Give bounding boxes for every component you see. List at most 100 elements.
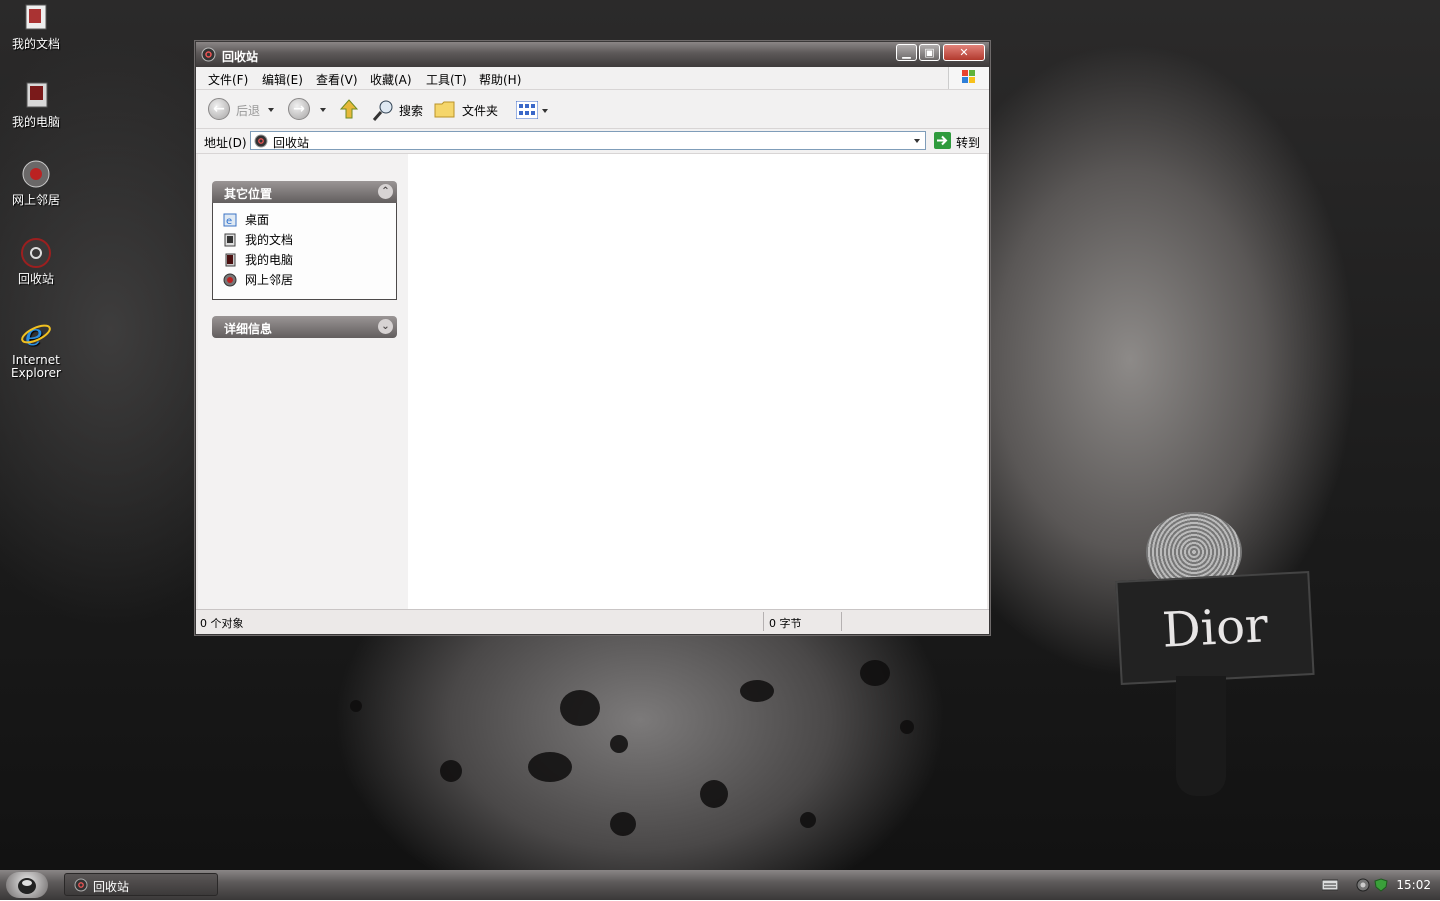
details-header[interactable]: 详细信息 ⌄ xyxy=(212,316,397,338)
address-bar: 地址(D) 回收站 转到 xyxy=(196,129,989,154)
desktop-icon-label: Internet Explorer xyxy=(11,353,61,380)
address-dropdown-icon[interactable] xyxy=(914,139,920,143)
other-places-panel: e 桌面 我的文档 我的电脑 网上邻居 xyxy=(212,203,397,300)
svg-text:e: e xyxy=(25,318,43,350)
place-item-my-documents[interactable]: 我的文档 xyxy=(223,231,293,249)
maximize-icon: ▣ xyxy=(924,46,935,59)
desktop-icon-label: 我的电脑 xyxy=(11,115,60,129)
menu-file[interactable]: 文件(F) xyxy=(208,71,248,88)
desktop-icon: e xyxy=(223,213,237,227)
folder-icon xyxy=(434,101,455,118)
desktop-icon-label: 我的文档 xyxy=(11,37,60,51)
recycle-bin-icon xyxy=(74,878,88,892)
place-item-desktop[interactable]: e 桌面 xyxy=(223,211,269,229)
menu-view[interactable]: 查看(V) xyxy=(316,71,358,88)
minimize-icon: ▁ xyxy=(902,46,911,59)
folders-button[interactable] xyxy=(434,99,456,119)
views-dropdown-icon[interactable] xyxy=(542,109,548,113)
up-arrow-icon xyxy=(339,99,359,119)
place-item-label: 我的电脑 xyxy=(245,253,294,267)
desktop-icon-my-computer[interactable]: 我的电脑 xyxy=(4,80,68,129)
status-byte-count: 0 字节 xyxy=(769,617,802,630)
windows-flag-icon xyxy=(948,67,989,89)
documents-icon xyxy=(223,233,237,247)
security-shield-icon[interactable] xyxy=(1374,878,1388,892)
desktop-icon-internet-explorer[interactable]: e Internet Explorer xyxy=(4,318,68,380)
title-bar[interactable]: 回收站 ▁ ▣ ✕ xyxy=(196,42,989,67)
network-icon xyxy=(223,273,237,287)
menu-help[interactable]: 帮助(H) xyxy=(479,71,521,88)
menu-tools[interactable]: 工具(T) xyxy=(426,71,467,88)
taskbar-button-recycle-bin[interactable]: 回收站 xyxy=(64,873,218,896)
microphone-handle xyxy=(1176,676,1226,796)
search-icon xyxy=(372,100,393,121)
recycle-bin-window: 回收站 ▁ ▣ ✕ 文件(F) 编辑(E) 查看(V) 收藏(A) 工具(T) … xyxy=(195,41,990,635)
views-button[interactable] xyxy=(515,100,539,120)
forward-arrow-icon: → xyxy=(293,101,305,117)
content-area: 其它位置 ⌃ e 桌面 我的文档 我的电脑 网上邻居 详细信息 ⌄ xyxy=(198,154,987,610)
views-icon xyxy=(515,100,539,120)
status-divider xyxy=(763,612,764,631)
back-arrow-icon: ← xyxy=(213,101,225,117)
clock[interactable]: 15:02 xyxy=(1396,878,1431,892)
chevron-up-icon[interactable]: ⌃ xyxy=(378,184,393,199)
recycle-bin-icon xyxy=(201,47,216,62)
keyboard-icon[interactable] xyxy=(1321,879,1339,891)
window-title: 回收站 xyxy=(222,50,259,64)
other-places-title: 其它位置 xyxy=(224,187,273,201)
details-title: 详细信息 xyxy=(224,322,273,336)
place-item-label: 网上邻居 xyxy=(245,273,294,287)
toolbar: ← 后退 → 搜索 文件夹 xyxy=(196,90,989,129)
menu-edit[interactable]: 编辑(E) xyxy=(262,71,303,88)
search-button[interactable] xyxy=(372,98,396,122)
menu-favorites[interactable]: 收藏(A) xyxy=(370,71,412,88)
status-bar: 0 个对象 0 字节 xyxy=(196,609,989,634)
address-label: 地址(D) xyxy=(204,136,247,150)
minimize-button[interactable]: ▁ xyxy=(896,44,917,61)
close-icon: ✕ xyxy=(959,46,969,59)
back-button[interactable]: ← xyxy=(208,98,230,120)
documents-icon xyxy=(20,2,52,34)
forward-dropdown-icon[interactable] xyxy=(320,108,326,112)
network-tray-icon[interactable] xyxy=(1356,878,1370,892)
computer-icon xyxy=(20,80,52,112)
place-item-label: 我的文档 xyxy=(245,233,294,247)
chevron-down-icon[interactable]: ⌄ xyxy=(378,319,393,334)
internet-explorer-icon: e xyxy=(20,318,52,353)
status-object-count: 0 个对象 xyxy=(200,617,244,630)
address-value: 回收站 xyxy=(273,136,310,150)
svg-text:e: e xyxy=(226,216,232,227)
address-input[interactable]: 回收站 xyxy=(250,131,926,150)
desktop-icon-recycle-bin[interactable]: 回收站 xyxy=(4,237,68,286)
network-icon xyxy=(20,158,52,190)
place-item-my-computer[interactable]: 我的电脑 xyxy=(223,251,293,269)
start-orb-icon xyxy=(18,878,36,894)
start-button[interactable] xyxy=(6,872,48,898)
up-folder-button[interactable] xyxy=(338,98,360,120)
search-label[interactable]: 搜索 xyxy=(399,102,423,119)
folders-label[interactable]: 文件夹 xyxy=(462,102,498,119)
other-places-header[interactable]: 其它位置 ⌃ xyxy=(212,181,397,203)
taskbar: 回收站 15:02 xyxy=(0,870,1440,900)
back-label[interactable]: 后退 xyxy=(236,102,260,119)
taskbar-button-label: 回收站 xyxy=(93,880,130,894)
status-divider xyxy=(841,612,842,631)
recycle-bin-icon xyxy=(254,134,268,148)
computer-icon xyxy=(223,253,237,267)
forward-button[interactable]: → xyxy=(288,98,310,120)
desktop-icon-label: 网上邻居 xyxy=(11,193,60,207)
recycle-bin-icon xyxy=(20,237,52,269)
place-item-network-places[interactable]: 网上邻居 xyxy=(223,271,293,289)
desktop-icon-label: 回收站 xyxy=(17,272,54,286)
go-button[interactable]: 转到 xyxy=(956,134,980,151)
place-item-label: 桌面 xyxy=(245,213,270,227)
task-pane: 其它位置 ⌃ e 桌面 我的文档 我的电脑 网上邻居 详细信息 ⌄ xyxy=(198,154,408,610)
desktop-icon-network-places[interactable]: 网上邻居 xyxy=(4,158,68,207)
go-arrow-icon[interactable] xyxy=(934,132,951,149)
dior-mic-flag: Dior xyxy=(1115,570,1315,686)
menu-bar: 文件(F) 编辑(E) 查看(V) 收藏(A) 工具(T) 帮助(H) xyxy=(196,67,989,90)
close-button[interactable]: ✕ xyxy=(943,44,985,61)
desktop-icon-my-documents[interactable]: 我的文档 xyxy=(4,2,68,51)
maximize-button[interactable]: ▣ xyxy=(919,44,940,61)
back-dropdown-icon[interactable] xyxy=(268,108,274,112)
